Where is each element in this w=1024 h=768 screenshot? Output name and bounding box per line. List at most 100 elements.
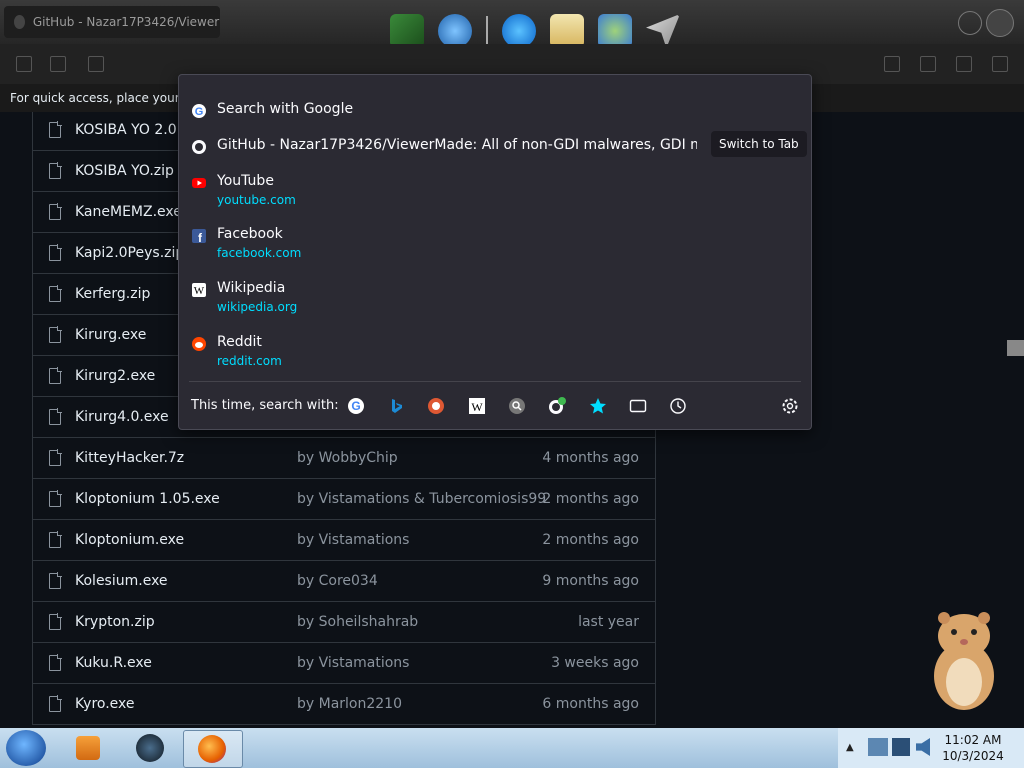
clock[interactable]: 11:02 AM 10/3/2024 — [940, 732, 1006, 764]
search-icon[interactable] — [508, 397, 526, 415]
start-button[interactable] — [6, 730, 46, 766]
list-item[interactable]: Kolesium.exe by Core034 9 months ago — [33, 561, 655, 602]
taskbar: ▲ 11:02 AM 10/3/2024 — [0, 728, 1024, 768]
media-player-icon — [76, 736, 100, 760]
shield-icon[interactable] — [884, 56, 900, 72]
shortcut-url: reddit.com — [217, 354, 282, 368]
shortcut-title: YouTube — [217, 173, 274, 189]
github-icon — [192, 140, 206, 154]
firefox-icon — [198, 735, 226, 763]
list-item[interactable]: Krypton.zip by Soheilshahrab last year — [33, 602, 655, 643]
media-player-taskbar-button[interactable] — [62, 730, 120, 766]
file-age: 2 months ago — [542, 491, 639, 507]
google-icon: G — [192, 104, 206, 118]
network-icon[interactable] — [892, 738, 910, 756]
file-age: last year — [578, 614, 639, 630]
browser-tab[interactable]: GitHub - Nazar17P3426/ViewerMade: All — [4, 6, 220, 38]
file-author: by Vistamations — [297, 655, 410, 671]
file-icon — [49, 449, 62, 466]
file-author: by Marlon2210 — [297, 696, 402, 712]
file-icon — [49, 121, 62, 138]
extensions-icon[interactable] — [956, 56, 972, 72]
mail-icon[interactable] — [550, 14, 584, 48]
file-age: 4 months ago — [542, 450, 639, 466]
search-with-google-item[interactable]: G Search with Google — [191, 101, 797, 121]
file-name[interactable]: Kloptonium.exe — [75, 532, 184, 548]
window-control-button[interactable] — [958, 11, 982, 35]
internet-explorer-icon[interactable] — [502, 14, 536, 48]
action-center-icon[interactable] — [868, 738, 888, 756]
file-name[interactable]: Kloptonium 1.05.exe — [75, 491, 220, 507]
github-icon[interactable] — [548, 397, 566, 415]
shortcut-facebook[interactable]: f Facebook facebook.com — [191, 226, 797, 266]
download-icon[interactable] — [920, 56, 936, 72]
globe-download-icon[interactable] — [438, 14, 472, 48]
file-icon — [49, 654, 62, 671]
extension-button[interactable] — [986, 9, 1014, 37]
list-item[interactable]: Kloptonium 1.05.exe by Vistamations & Tub… — [33, 479, 655, 520]
wikipedia-icon: W — [192, 283, 206, 297]
file-icon — [49, 162, 62, 179]
file-name[interactable]: Krypton.zip — [75, 614, 155, 630]
shortcut-wikipedia[interactable]: W Wikipedia wikipedia.org — [191, 280, 797, 320]
hamster-desktop-pet[interactable] — [918, 606, 1010, 712]
users-icon[interactable] — [598, 14, 632, 48]
one-off-search-bar: This time, search with: G W — [191, 397, 799, 417]
file-name[interactable]: KaneMEMZ.exe — [75, 204, 182, 220]
file-name[interactable]: Kerferg.zip — [75, 286, 150, 302]
youtube-icon — [192, 178, 206, 188]
file-icon — [49, 285, 62, 302]
shortcut-reddit[interactable]: Reddit reddit.com — [191, 334, 797, 374]
file-icon — [49, 367, 62, 384]
dropdown-divider — [189, 381, 801, 382]
reload-icon[interactable] — [88, 56, 104, 72]
facebook-icon: f — [192, 229, 206, 244]
file-name[interactable]: Kolesium.exe — [75, 573, 168, 589]
globe-icon — [136, 734, 164, 762]
back-icon[interactable] — [16, 56, 32, 72]
shortcut-youtube[interactable]: YouTube youtube.com — [191, 173, 797, 213]
clock-date: 10/3/2024 — [942, 749, 1004, 763]
duckduckgo-icon[interactable] — [427, 397, 445, 415]
news-app-icon[interactable] — [390, 14, 424, 48]
gear-icon[interactable] — [781, 397, 799, 415]
wikipedia-icon[interactable]: W — [468, 397, 486, 415]
google-icon[interactable]: G — [347, 397, 365, 415]
forward-icon[interactable] — [50, 56, 66, 72]
tabs-icon[interactable] — [629, 397, 647, 415]
file-icon — [49, 408, 62, 425]
file-name[interactable]: Kuku.R.exe — [75, 655, 152, 671]
file-icon — [49, 613, 62, 630]
file-age: 2 months ago — [542, 532, 639, 548]
list-item[interactable]: Kuku.R.exe by Vistamations 3 weeks ago — [33, 643, 655, 684]
file-author: by WobbyChip — [297, 450, 398, 466]
list-item[interactable]: Kyro.exe by Marlon2210 6 months ago — [33, 684, 655, 725]
github-tab-item[interactable]: GitHub - Nazar17P3426/ViewerMade: All of… — [191, 137, 797, 157]
file-name[interactable]: KOSIBA YO.zip — [75, 163, 174, 179]
volume-icon[interactable] — [916, 738, 930, 756]
file-icon — [49, 531, 62, 548]
bookmarks-icon[interactable] — [589, 397, 607, 415]
file-icon — [49, 203, 62, 220]
file-name[interactable]: Kyro.exe — [75, 696, 135, 712]
list-item[interactable]: KitteyHacker.7z by WobbyChip 4 months ago — [33, 438, 655, 479]
menu-icon[interactable] — [992, 56, 1008, 72]
show-hidden-icons-icon[interactable]: ▲ — [846, 742, 854, 753]
bing-icon[interactable] — [387, 397, 405, 415]
shortcut-url: wikipedia.org — [217, 300, 298, 314]
file-name[interactable]: Kirurg2.exe — [75, 368, 155, 384]
file-age: 3 weeks ago — [551, 655, 639, 671]
file-name[interactable]: Kirurg.exe — [75, 327, 146, 343]
scrollbar-thumb[interactable] — [1007, 340, 1024, 356]
file-name[interactable]: Kirurg4.0.exe — [75, 409, 169, 425]
svg-text:G: G — [351, 399, 360, 413]
send-icon[interactable] — [646, 14, 680, 48]
file-name[interactable]: Kapi2.0Peys.zip — [75, 245, 184, 261]
history-icon[interactable] — [669, 397, 687, 415]
firefox-taskbar-button[interactable] — [183, 730, 243, 768]
switch-to-tab-button[interactable]: Switch to Tab — [711, 131, 807, 157]
file-name[interactable]: KitteyHacker.7z — [75, 450, 184, 466]
list-item[interactable]: Kloptonium.exe by Vistamations 2 months ag… — [33, 520, 655, 561]
globe-taskbar-button[interactable] — [122, 730, 180, 766]
title-bar: GitHub - Nazar17P3426/ViewerMade: All — [0, 0, 1024, 48]
